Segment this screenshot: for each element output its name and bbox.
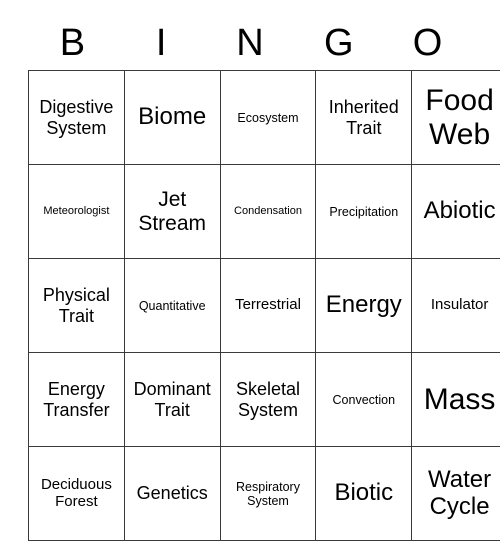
bingo-cell-n1[interactable]: Ecosystem [219,70,317,165]
bingo-cell-i5[interactable]: Genetics [123,446,221,541]
bingo-header-letter-n: N [236,22,264,64]
bingo-cell-o5[interactable]: Water Cycle [411,446,500,541]
bingo-cell-i3[interactable]: Quantitative [123,258,221,353]
bingo-row: Digestive System Biome Ecosystem Inherit… [28,70,500,165]
bingo-cell-b3[interactable]: Physical Trait [28,258,125,353]
bingo-header-letter-g: G [324,22,354,64]
bingo-cell-g5[interactable]: Biotic [315,446,413,541]
bingo-header-letter-b: B [59,22,86,64]
bingo-cell-g3[interactable]: Energy [315,258,413,353]
bingo-cell-o1[interactable]: Food Web [411,70,500,165]
bingo-header-letter-i: I [155,22,167,64]
bingo-grid: Digestive System Biome Ecosystem Inherit… [28,70,500,541]
bingo-cell-b2[interactable]: Meteorologist [28,164,125,259]
bingo-cell-o2[interactable]: Abiotic [411,164,500,259]
bingo-cell-g4[interactable]: Convection [315,352,413,447]
bingo-cell-b1[interactable]: Digestive System [28,70,125,165]
bingo-row: Physical Trait Quantitative Terrestrial … [28,258,500,353]
bingo-cell-g2[interactable]: Precipitation [315,164,413,259]
bingo-cell-n4[interactable]: Skeletal System [219,352,317,447]
bingo-cell-b5[interactable]: Deciduous Forest [28,446,125,541]
bingo-cell-o4[interactable]: Mass [411,352,500,447]
bingo-cell-o3[interactable]: Insulator [411,258,500,353]
bingo-cell-i1[interactable]: Biome [123,70,221,165]
bingo-row: Deciduous Forest Genetics Respiratory Sy… [28,446,500,541]
bingo-row: Meteorologist Jet Stream Condensation Pr… [28,164,500,259]
bingo-cell-i2[interactable]: Jet Stream [123,164,221,259]
bingo-cell-b4[interactable]: Energy Transfer [28,352,125,447]
bingo-cell-g1[interactable]: Inherited Trait [315,70,413,165]
bingo-row: Energy Transfer Dominant Trait Skeletal … [28,352,500,447]
bingo-cell-n5[interactable]: Respiratory System [219,446,317,541]
bingo-cell-i4[interactable]: Dominant Trait [123,352,221,447]
bingo-cell-n3[interactable]: Terrestrial [219,258,317,353]
bingo-card: B I N G O Digestive System Biome Ecosyst… [28,16,500,541]
bingo-cell-n2[interactable]: Condensation [219,164,317,259]
bingo-header: B I N G O [28,16,472,70]
bingo-header-letter-o: O [412,22,443,64]
